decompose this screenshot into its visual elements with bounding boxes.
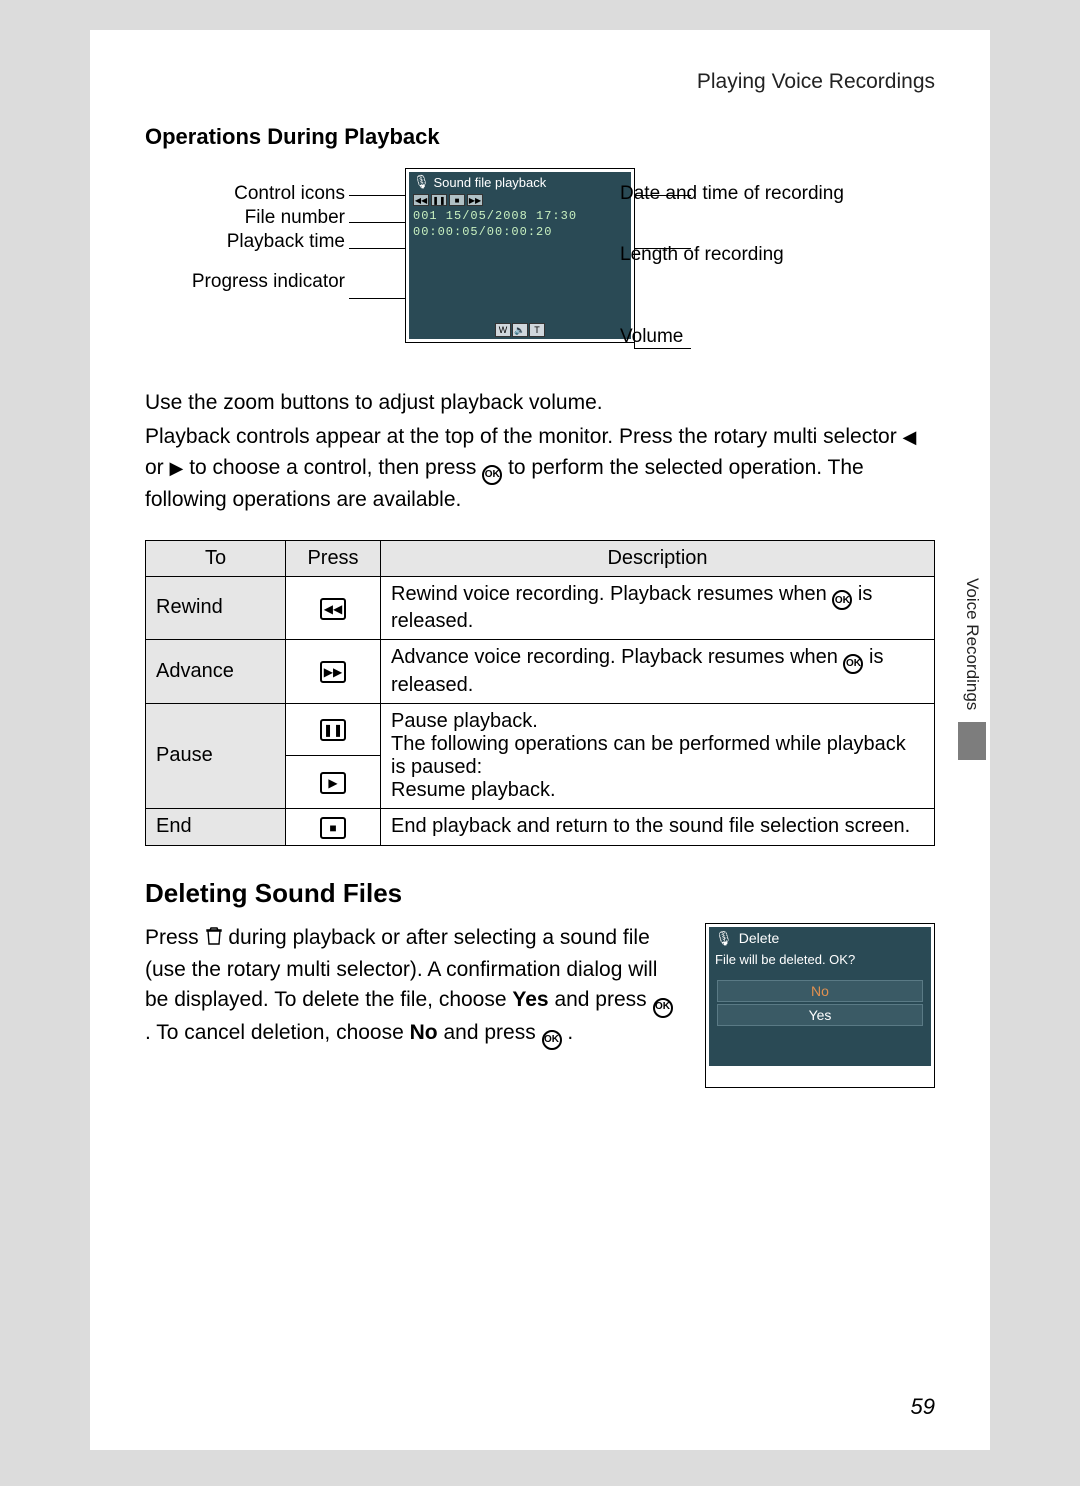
- label-progress-indicator: Progress indicator: [145, 271, 345, 293]
- operations-table: To Press Description Rewind ◀◀ Rewind vo…: [145, 540, 935, 846]
- text-span: Resume playback.: [391, 779, 556, 801]
- mic-icon: 🎙: [413, 174, 430, 190]
- left-arrow-icon: ◀: [903, 427, 917, 447]
- controls-instruction: Playback controls appear at the top of t…: [145, 422, 935, 515]
- delete-option-no: No: [717, 980, 923, 1002]
- text-span: . To cancel deletion, choose: [145, 1021, 410, 1044]
- manual-page: Playing Voice Recordings Operations Duri…: [90, 30, 990, 1450]
- cell-desc: Advance voice recording. Playback resume…: [381, 640, 935, 704]
- text-span: or: [145, 456, 170, 479]
- side-tab-label: Voice Recordings: [962, 570, 982, 718]
- delete-section: Press during playback or after selecting…: [145, 923, 935, 1088]
- delete-title-text: Delete: [739, 930, 779, 946]
- right-arrow-icon: ▶: [170, 458, 184, 478]
- cell-desc: Pause playback. The following operations…: [381, 703, 935, 808]
- advance-button-icon: ▶▶: [320, 661, 346, 683]
- ok-icon: OK: [542, 1030, 562, 1050]
- playback-screen: 🎙 Sound file playback ◀◀ ❚❚ ■ ▶▶ 001 15/…: [405, 168, 635, 343]
- cell-press: ▶▶: [286, 640, 381, 704]
- text-span: Playback controls appear at the top of t…: [145, 425, 903, 448]
- text-span: Press: [145, 926, 205, 949]
- advance-icon: ▶▶: [467, 194, 483, 206]
- th-press: Press: [286, 540, 381, 576]
- screen-title: 🎙 Sound file playback: [409, 172, 631, 192]
- cell-press: ▶: [286, 756, 381, 809]
- text-span: and press: [443, 1021, 541, 1044]
- table-row: Rewind ◀◀ Rewind voice recording. Playba…: [146, 576, 935, 640]
- text-yes: Yes: [512, 988, 548, 1011]
- delete-confirmation-screen: 🎙 Delete File will be deleted. OK? No Ye…: [705, 923, 935, 1088]
- cell-to: Advance: [146, 640, 286, 704]
- delete-message: File will be deleted. OK?: [709, 950, 931, 979]
- label-file-number: File number: [145, 207, 345, 229]
- diagram-left-labels: Control icons File number Playback time …: [145, 183, 345, 295]
- stop-button-icon: ■: [320, 817, 346, 839]
- side-tab-block: [958, 722, 986, 760]
- stop-icon: ■: [449, 194, 465, 206]
- delete-title: 🎙 Delete: [709, 927, 931, 950]
- table-header-row: To Press Description: [146, 540, 935, 576]
- text-span: The following operations can be performe…: [391, 733, 906, 778]
- cell-press: ◀◀: [286, 576, 381, 640]
- table-row: Advance ▶▶ Advance voice recording. Play…: [146, 640, 935, 704]
- cell-desc: Rewind voice recording. Playback resumes…: [381, 576, 935, 640]
- mic-icon: 🎙: [715, 930, 733, 947]
- label-date-time: Date and time of recording: [620, 183, 905, 205]
- ok-icon: OK: [832, 590, 852, 610]
- pause-button-icon: ❚❚: [320, 719, 346, 741]
- operations-heading: Operations During Playback: [145, 124, 935, 150]
- cell-desc: End playback and return to the sound fil…: [381, 808, 935, 845]
- trash-icon: [205, 925, 223, 955]
- label-control-icons: Control icons: [145, 183, 345, 205]
- rewind-button-icon: ◀◀: [320, 598, 346, 620]
- screen-control-icons: ◀◀ ❚❚ ■ ▶▶: [409, 192, 631, 208]
- diagram-right-labels: Date and time of recording Length of rec…: [620, 183, 905, 348]
- ok-icon: OK: [653, 998, 673, 1018]
- screen-progress: [409, 240, 631, 321]
- cell-to: Pause: [146, 703, 286, 808]
- delete-instruction: Press during playback or after selecting…: [145, 923, 679, 1050]
- table-row: End ■ End playback and return to the sou…: [146, 808, 935, 845]
- ok-icon: OK: [482, 465, 502, 485]
- screen-time-line: 00:00:05/00:00:20: [409, 224, 631, 240]
- playback-diagram: Control icons File number Playback time …: [145, 168, 935, 378]
- screen-title-text: Sound file playback: [434, 175, 547, 190]
- text-no: No: [410, 1021, 438, 1044]
- pause-icon: ❚❚: [431, 194, 447, 206]
- cell-to: Rewind: [146, 576, 286, 640]
- tele-icon: T: [529, 323, 545, 337]
- label-volume: Volume: [620, 326, 905, 348]
- text-span: Rewind voice recording. Playback resumes…: [391, 583, 832, 605]
- rewind-icon: ◀◀: [413, 194, 429, 206]
- volume-instruction: Use the zoom buttons to adjust playback …: [145, 388, 935, 418]
- table-row: Pause ❚❚ Pause playback. The following o…: [146, 703, 935, 756]
- wide-icon: W: [495, 323, 511, 337]
- cell-to: End: [146, 808, 286, 845]
- label-playback-time: Playback time: [145, 231, 345, 253]
- th-to: To: [146, 540, 286, 576]
- text-span: to choose a control, then press: [189, 456, 482, 479]
- text-span: .: [567, 1021, 573, 1044]
- cell-press: ■: [286, 808, 381, 845]
- screen-file-line: 001 15/05/2008 17:30: [409, 208, 631, 224]
- side-tab: Voice Recordings: [954, 570, 990, 760]
- screen-volume: W 🔈 T: [409, 321, 631, 339]
- page-header: Playing Voice Recordings: [145, 70, 935, 94]
- cell-press: ❚❚: [286, 703, 381, 756]
- th-desc: Description: [381, 540, 935, 576]
- ok-icon: OK: [843, 654, 863, 674]
- play-button-icon: ▶: [320, 772, 346, 794]
- deleting-heading: Deleting Sound Files: [145, 878, 935, 909]
- speaker-icon: 🔈: [512, 323, 528, 337]
- text-span: Pause playback.: [391, 710, 538, 732]
- delete-option-yes: Yes: [717, 1004, 923, 1026]
- text-span: Advance voice recording. Playback resume…: [391, 646, 843, 668]
- text-span: and press: [554, 988, 652, 1011]
- page-number: 59: [911, 1394, 935, 1420]
